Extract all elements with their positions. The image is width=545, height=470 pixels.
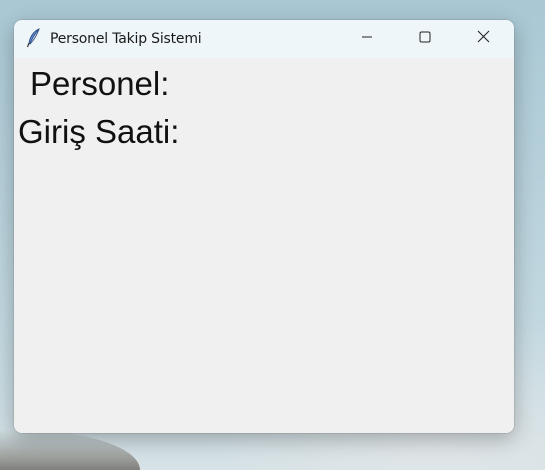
- title-bar[interactable]: Personel Takip Sistemi: [14, 20, 514, 58]
- app-window: Personel Takip Sistemi Personel: Giriş S…: [14, 20, 514, 433]
- window-title: Personel Takip Sistemi: [50, 31, 202, 47]
- maximize-icon: [419, 30, 431, 48]
- personel-label: Personel:: [30, 65, 170, 102]
- giris-saati-label: Giriş Saati:: [18, 113, 180, 150]
- maximize-button[interactable]: [396, 20, 454, 58]
- close-icon: [477, 30, 490, 48]
- minimize-button[interactable]: [338, 20, 396, 58]
- desktop-wallpaper-landscape: [0, 430, 140, 470]
- close-button[interactable]: [454, 20, 512, 58]
- minimize-icon: [361, 30, 373, 48]
- feather-icon: [26, 28, 42, 48]
- window-client-area: Personel: Giriş Saati:: [14, 58, 514, 433]
